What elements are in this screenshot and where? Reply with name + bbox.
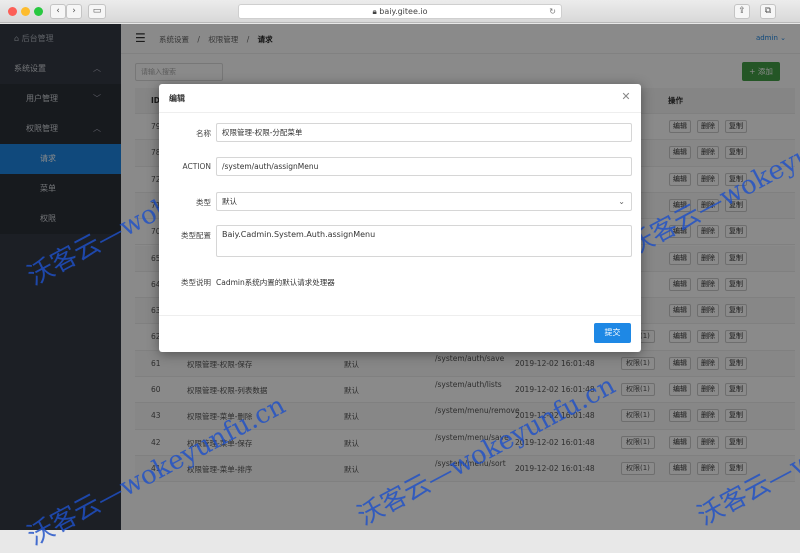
name-field[interactable]: 权限管理-权限-分配菜单: [216, 123, 632, 142]
dialog-header: 编辑 ✕: [159, 84, 641, 113]
type-label: 类型: [196, 198, 211, 207]
description-text: Cadmin系统内置的默认请求处理器: [216, 278, 335, 287]
chevron-down-icon: ⌄: [618, 197, 625, 206]
close-icon[interactable]: ✕: [619, 90, 633, 104]
name-label: 名称: [196, 129, 211, 138]
action-field[interactable]: /system/auth/assignMenu: [216, 157, 632, 176]
forward-icon[interactable]: ›: [66, 4, 82, 19]
tabs-icon[interactable]: ⧉: [760, 4, 776, 19]
submit-button[interactable]: 提交: [594, 323, 631, 343]
sidebar-toggle-icon[interactable]: ▭: [88, 4, 106, 19]
action-label: ACTION: [182, 162, 211, 171]
lock-icon: 🔒︎: [372, 7, 377, 16]
dialog-footer: 提交: [159, 315, 641, 352]
maximize-window-icon[interactable]: [34, 7, 43, 16]
edit-dialog: 编辑 ✕ 名称 权限管理-权限-分配菜单 ACTION /system/auth…: [159, 84, 641, 352]
config-textarea[interactable]: Baiy.Cadmin.System.Auth.assignMenu: [216, 225, 632, 257]
share-icon[interactable]: ⇪: [734, 4, 750, 19]
type-select[interactable]: 默认 ⌄: [216, 192, 632, 211]
reload-icon[interactable]: ↻: [549, 5, 556, 18]
dialog-title: 编辑: [169, 94, 185, 103]
close-window-icon[interactable]: [8, 7, 17, 16]
type-select-value: 默认: [222, 197, 237, 206]
browser-chrome: ‹ › ▭ 🔒︎ baiy.gitee.io ↻ ⇪ ⧉: [0, 0, 800, 23]
config-label: 类型配置: [181, 231, 211, 240]
description-label: 类型说明: [181, 278, 211, 287]
address-text: baiy.gitee.io: [379, 7, 428, 16]
back-icon[interactable]: ‹: [50, 4, 66, 19]
address-bar[interactable]: 🔒︎ baiy.gitee.io ↻: [238, 4, 562, 19]
minimize-window-icon[interactable]: [21, 7, 30, 16]
